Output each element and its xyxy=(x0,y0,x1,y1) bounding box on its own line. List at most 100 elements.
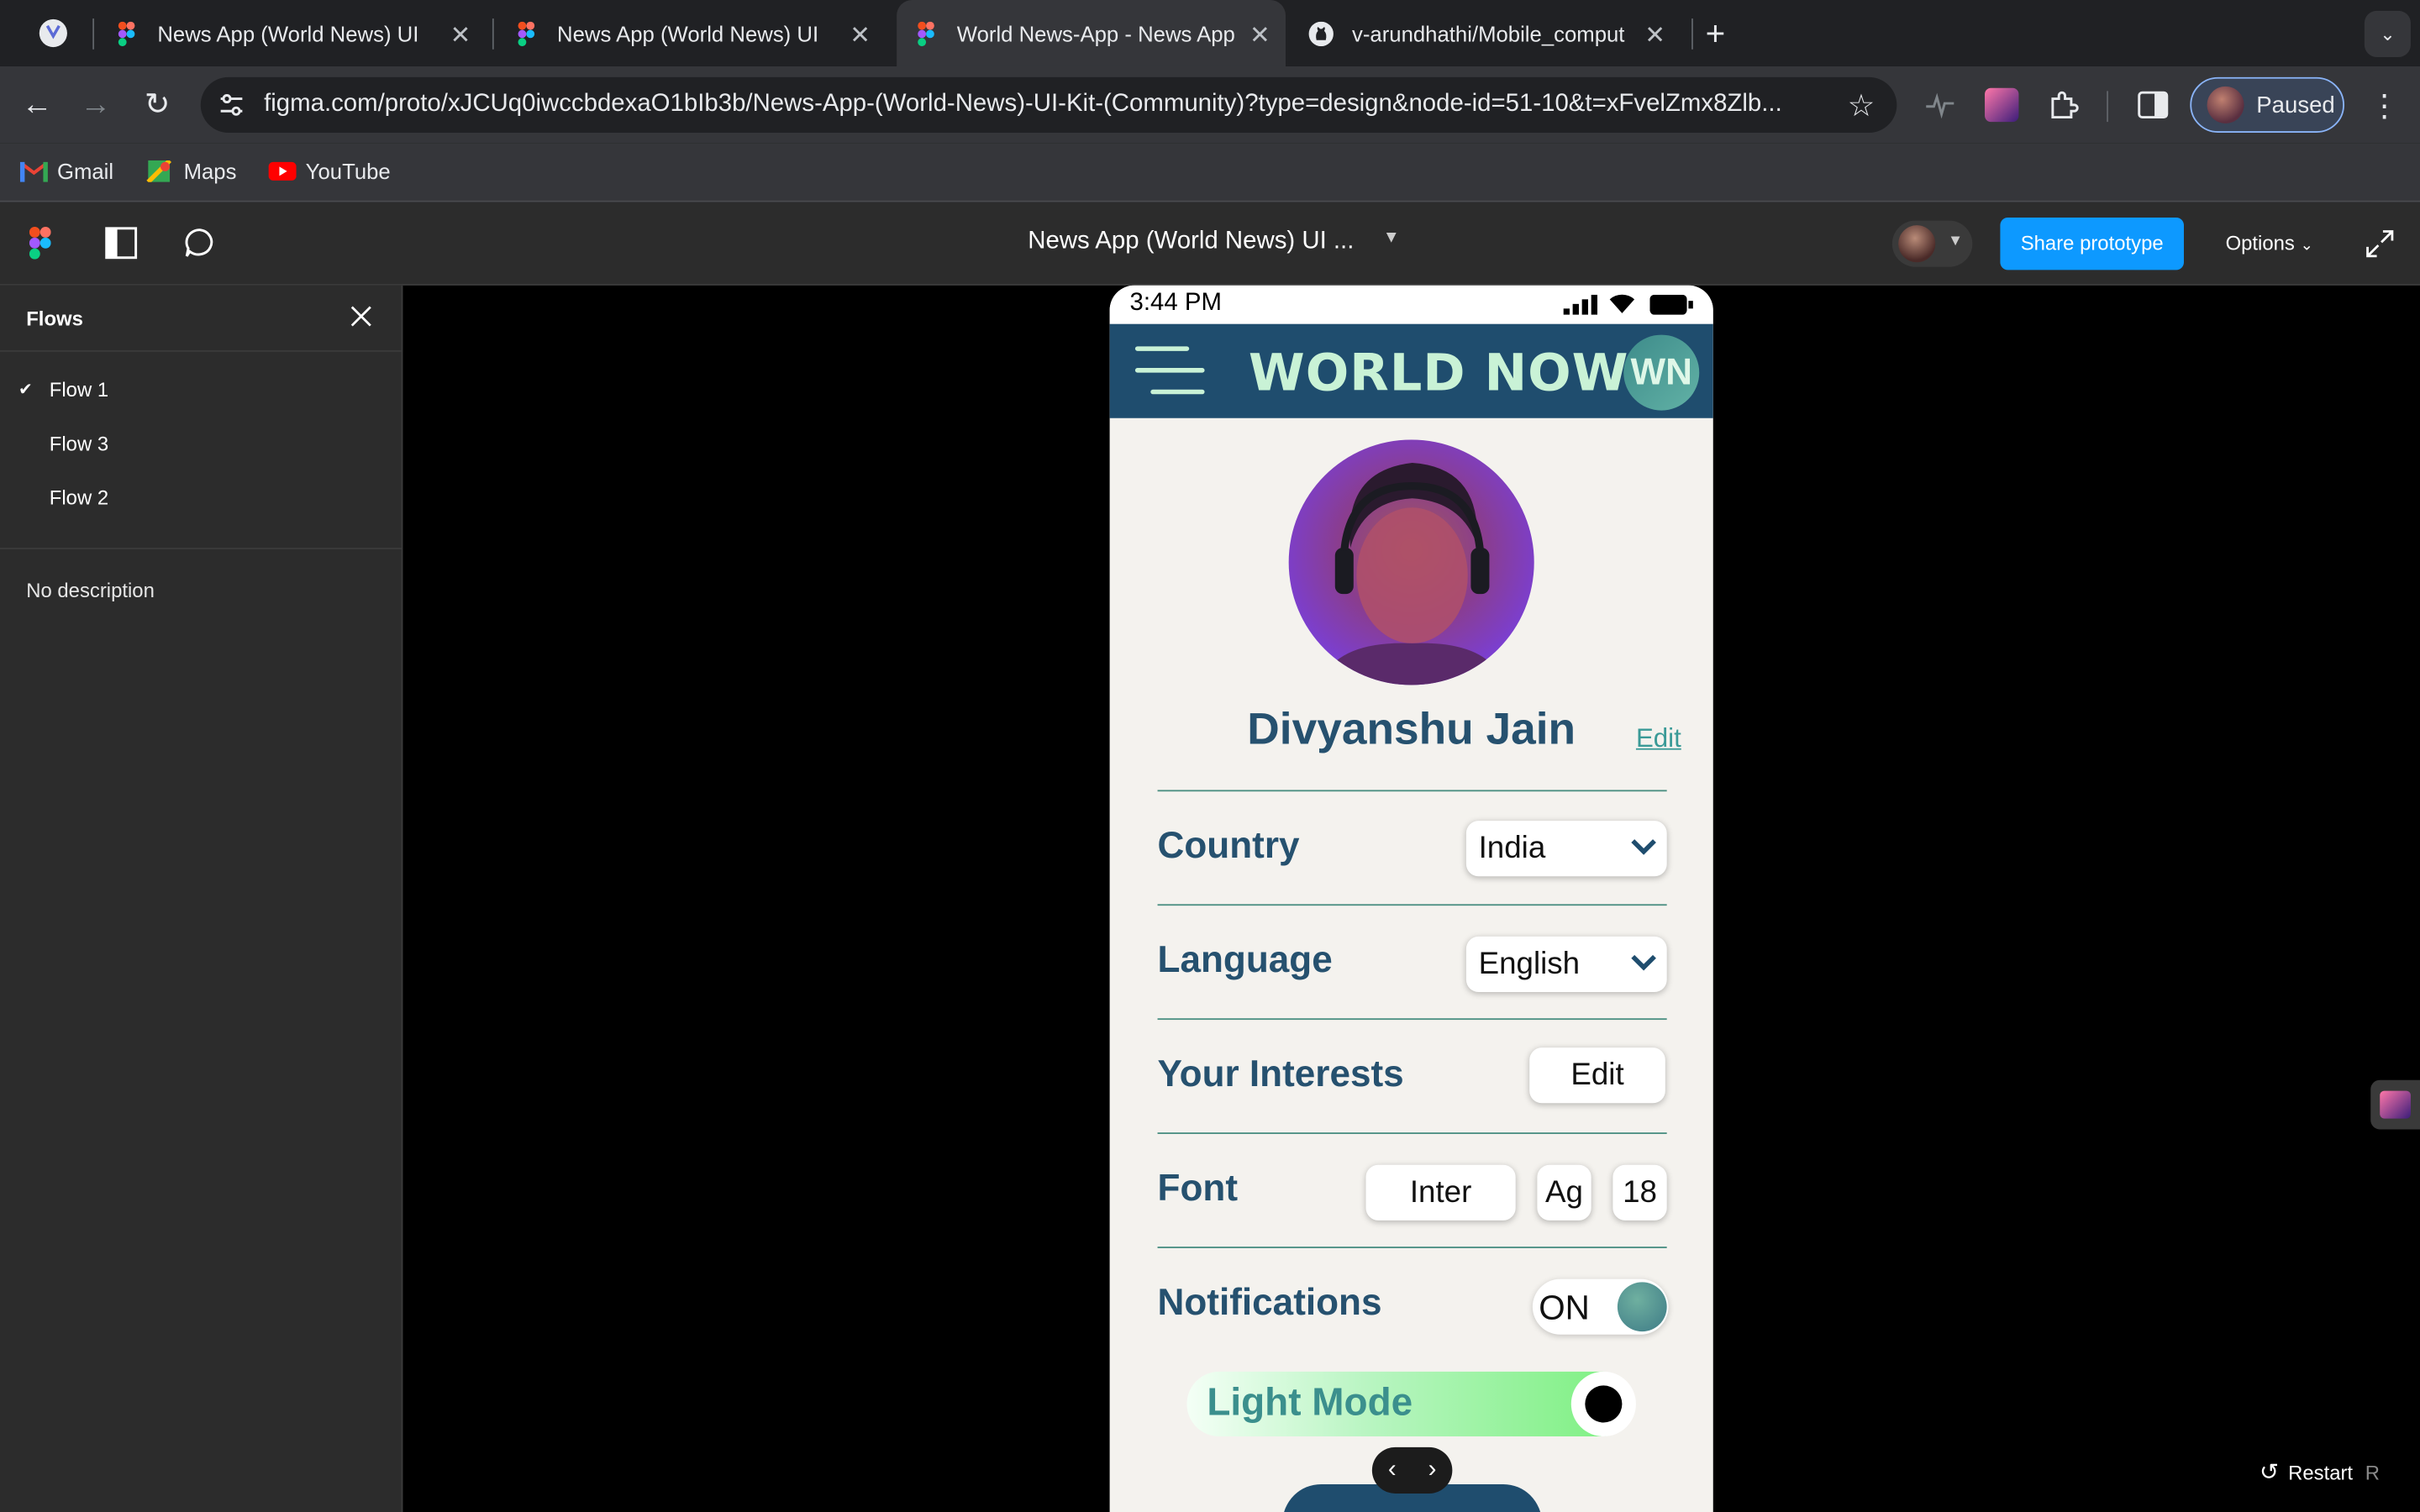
flows-heading: Flows xyxy=(26,307,83,331)
tab-title: News App (World News) UI Ki xyxy=(557,20,820,46)
share-prototype-button[interactable]: Share prototype xyxy=(2000,217,2184,270)
youtube-icon xyxy=(268,161,297,181)
figma-favicon-icon xyxy=(918,20,934,46)
chevron-down-icon: ⌄ xyxy=(2300,237,2313,255)
bookmark-youtube[interactable]: YouTube xyxy=(268,159,391,184)
tab-4[interactable]: v-arundhathi/Mobile_comput ✕ xyxy=(1308,0,1687,66)
maps-icon xyxy=(146,160,171,182)
bookmark-label: Gmail xyxy=(56,159,114,184)
extension-activity-icon[interactable] xyxy=(1923,88,1957,122)
extension-icon xyxy=(2380,1090,2411,1119)
light-mode-toggle[interactable]: Light Mode xyxy=(1186,1371,1636,1437)
side-panel-icon[interactable] xyxy=(2136,88,2170,122)
bookmarks-bar: Gmail Maps YouTube xyxy=(0,143,2420,202)
previous-frame-icon[interactable]: ‹ xyxy=(1388,1457,1397,1484)
language-select[interactable]: English xyxy=(1465,936,1667,993)
extension-icon[interactable] xyxy=(1985,87,2019,123)
reload-icon[interactable]: ↻ xyxy=(137,85,177,125)
options-menu[interactable]: Options ⌄ xyxy=(2226,232,2313,255)
font-size-input[interactable]: 18 xyxy=(1612,1164,1667,1221)
back-icon[interactable]: ← xyxy=(17,85,57,125)
chevron-down-icon[interactable]: ▼ xyxy=(1383,228,1400,247)
flow-item-1[interactable]: Flow 1 xyxy=(50,378,108,402)
font-style-button[interactable]: Ag xyxy=(1537,1164,1591,1221)
bookmark-maps[interactable]: Maps xyxy=(146,159,236,184)
tab-1[interactable]: News App (World News) UI Ki ✕ xyxy=(114,0,492,66)
flow-item-3[interactable]: Flow 3 xyxy=(50,432,108,455)
notifications-label: Notifications xyxy=(1157,1282,1382,1324)
profile-status: Paused xyxy=(2256,92,2335,118)
sidebar-toggle-icon[interactable] xyxy=(105,227,138,260)
figma-logo-icon[interactable] xyxy=(29,227,51,260)
close-tab-icon[interactable]: ✕ xyxy=(450,20,471,51)
language-value: English xyxy=(1478,947,1581,982)
chevron-down-icon xyxy=(1631,954,1656,971)
next-frame-icon[interactable]: › xyxy=(1428,1457,1437,1484)
close-tab-icon[interactable]: ✕ xyxy=(1644,20,1665,51)
toggle-knob xyxy=(1617,1282,1667,1332)
github-favicon-icon xyxy=(1308,20,1334,46)
flow-description: No description xyxy=(26,578,155,602)
mode-label: Light Mode xyxy=(1207,1380,1413,1425)
interests-label: Your Interests xyxy=(1157,1053,1404,1096)
bookmark-gmail[interactable]: Gmail xyxy=(19,159,114,184)
tab-separator xyxy=(492,18,494,50)
toolbar-divider xyxy=(2107,91,2108,123)
profile-paused-button[interactable]: Paused xyxy=(2190,76,2345,133)
restart-button[interactable]: ↺ Restart R xyxy=(2260,1458,2380,1486)
avatar xyxy=(1898,225,1936,263)
edit-profile-link[interactable]: Edit xyxy=(1636,723,1681,754)
notifications-toggle[interactable]: ON xyxy=(1532,1278,1669,1335)
browser-toolbar: ← → ↻ figma.com/proto/xJCUq0iwccbdexaO1b… xyxy=(0,66,2420,144)
prototype-frame: 3:44 PM WORLD NOW WN Divyanshu Jain Edit… xyxy=(1109,285,1713,1512)
close-tab-icon[interactable]: ✕ xyxy=(1249,20,1270,51)
wifi-icon xyxy=(1609,294,1635,313)
tab-title: v-arundhathi/Mobile_comput xyxy=(1351,20,1625,46)
prototype-navigation: ‹ › xyxy=(1371,1446,1453,1494)
address-bar[interactable]: figma.com/proto/xJCUq0iwccbdexaO1bIb3b/N… xyxy=(200,76,1897,133)
url-text: figma.com/proto/xJCUq0iwccbdexaO1bIb3b/N… xyxy=(264,91,1782,118)
close-tab-icon[interactable]: ✕ xyxy=(850,20,871,51)
signal-icon xyxy=(1563,294,1598,315)
browser-menu-icon[interactable]: ⋮ xyxy=(2369,87,2400,125)
browser-logo-icon[interactable] xyxy=(39,18,68,48)
forward-icon[interactable]: → xyxy=(76,85,116,125)
site-settings-icon[interactable] xyxy=(218,91,245,118)
hamburger-menu-icon[interactable] xyxy=(1134,344,1205,396)
new-tab-icon[interactable]: + xyxy=(1706,14,1726,55)
divider xyxy=(1157,790,1667,792)
divider xyxy=(1157,904,1667,906)
tab-2[interactable]: News App (World News) UI Ki ✕ xyxy=(514,0,892,66)
restart-icon: ↺ xyxy=(2259,1459,2280,1486)
floating-extension-button[interactable] xyxy=(2370,1079,2420,1130)
flow-item-2[interactable]: Flow 2 xyxy=(50,486,108,510)
flows-sidebar: Flows Flow 1 Flow 3 Flow 2 No descriptio… xyxy=(0,285,403,1512)
language-label: Language xyxy=(1157,939,1333,982)
tab-separator xyxy=(1691,18,1693,50)
font-family-select[interactable]: Inter xyxy=(1365,1164,1516,1221)
app-header: WORLD NOW WN xyxy=(1109,323,1713,418)
close-icon[interactable] xyxy=(349,304,373,328)
figma-favicon-icon xyxy=(118,20,135,46)
divider xyxy=(1157,1018,1667,1021)
app-logo[interactable]: WN xyxy=(1623,334,1700,411)
country-label: Country xyxy=(1157,825,1300,868)
country-value: India xyxy=(1478,832,1546,866)
figma-favicon-icon xyxy=(518,20,535,46)
tab-3-active[interactable]: World News-App - News App ✕ xyxy=(897,0,1286,66)
country-select[interactable]: India xyxy=(1465,821,1667,877)
extensions-puzzle-icon[interactable] xyxy=(2047,88,2081,122)
tab-search-icon[interactable]: ⌄ xyxy=(2364,10,2411,57)
font-label: Font xyxy=(1157,1168,1239,1210)
profile-avatar xyxy=(2207,86,2244,123)
status-time: 3:44 PM xyxy=(1129,290,1222,317)
fullscreen-icon[interactable] xyxy=(2365,228,2396,260)
edit-interests-button[interactable]: Edit xyxy=(1529,1047,1665,1104)
restart-label: Restart xyxy=(2288,1460,2354,1484)
file-title[interactable]: News App (World News) UI ... xyxy=(1028,228,1354,256)
profile-avatar[interactable] xyxy=(1288,439,1534,685)
bookmark-star-icon[interactable]: ☆ xyxy=(1848,87,1876,125)
comment-icon[interactable] xyxy=(184,227,217,260)
app-brand-title: WORLD NOW xyxy=(1248,342,1629,403)
viewer-avatar-button[interactable]: ▼ xyxy=(1891,220,1973,267)
